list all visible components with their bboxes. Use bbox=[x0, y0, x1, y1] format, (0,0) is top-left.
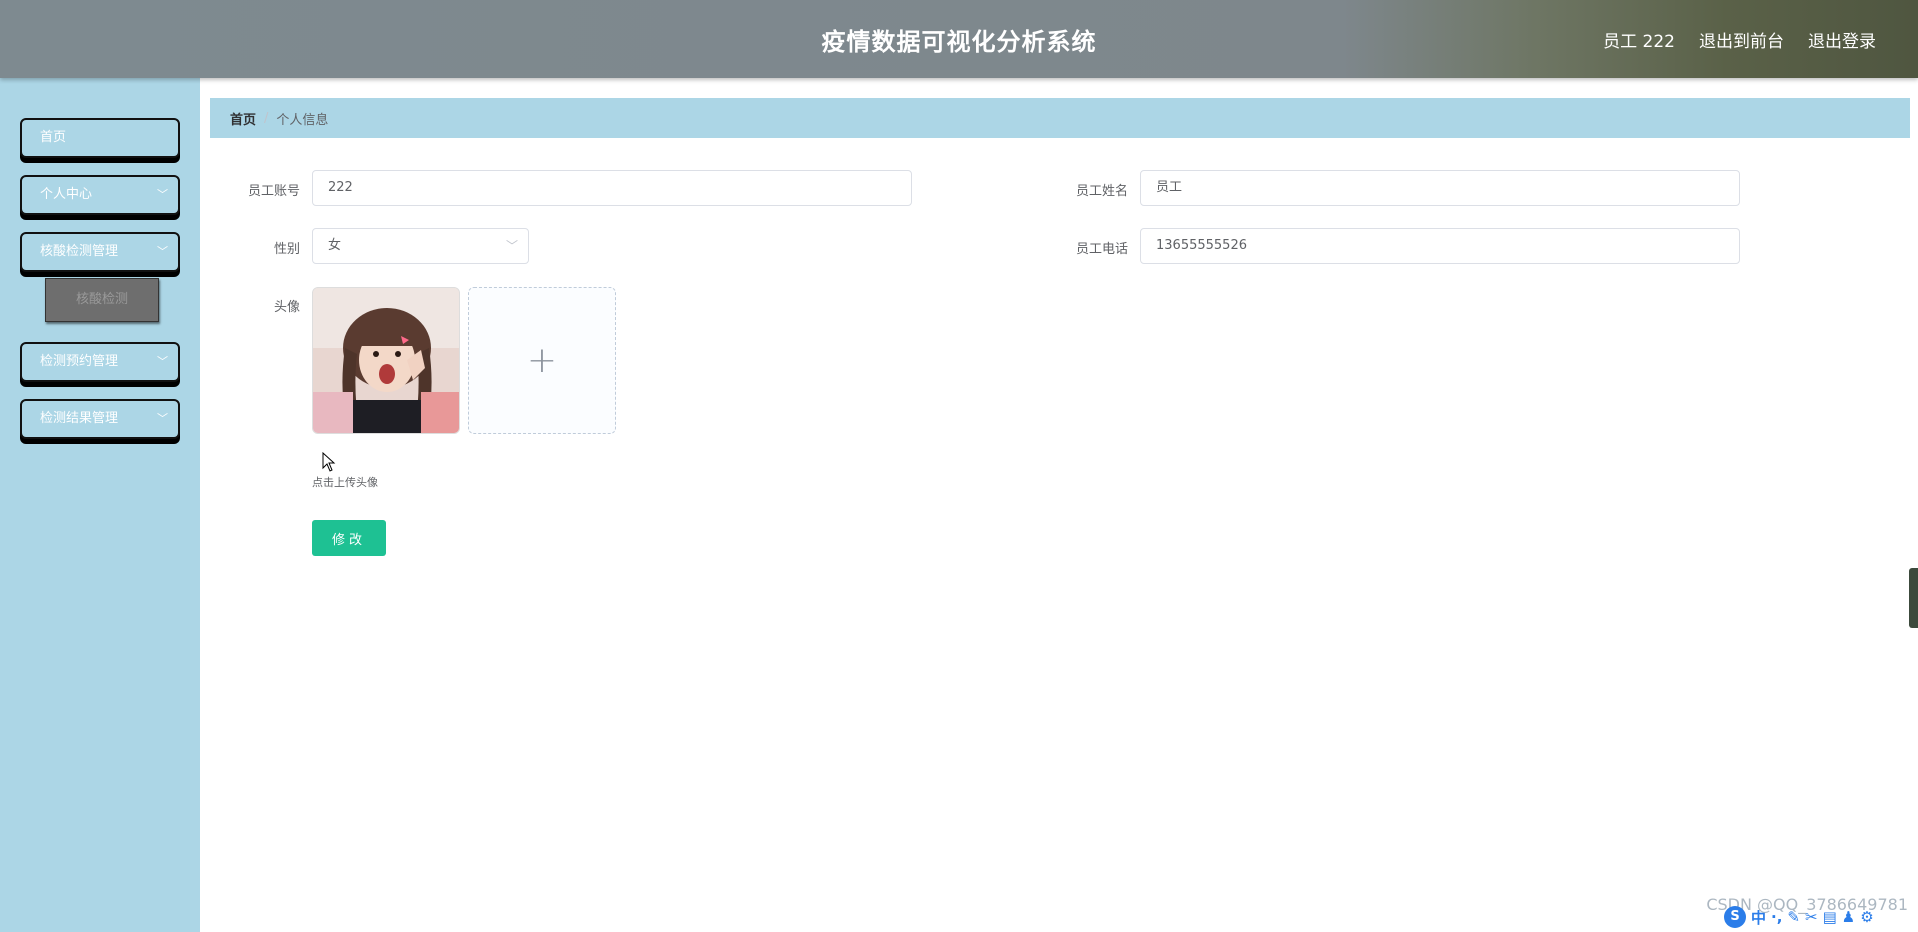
ime-skin-icon[interactable]: ♟ bbox=[1842, 908, 1855, 926]
submit-button[interactable]: 修改 bbox=[312, 520, 386, 556]
avatar-upload-button[interactable]: + bbox=[468, 287, 616, 434]
gender-label: 性别 bbox=[273, 242, 300, 257]
ime-lang-icon[interactable]: 中 bbox=[1751, 907, 1766, 928]
ime-scissors-icon[interactable]: ✂ bbox=[1805, 908, 1818, 926]
ime-settings-icon[interactable]: ⚙ bbox=[1860, 908, 1873, 926]
side-tab-handle[interactable] bbox=[1909, 568, 1918, 628]
breadcrumb-separator: / bbox=[264, 110, 269, 126]
sidebar-item-label: 检测结果管理 bbox=[40, 411, 119, 426]
phone-label: 员工电话 bbox=[1075, 242, 1128, 257]
chevron-down-icon: ﹀ bbox=[157, 245, 168, 258]
upload-tip: 点击上传头像 bbox=[312, 476, 378, 489]
gender-select-value: 女 bbox=[328, 238, 342, 253]
sidebar-item-label: 首页 bbox=[40, 130, 67, 145]
chevron-down-icon: ﹀ bbox=[157, 412, 168, 425]
breadcrumb-home[interactable]: 首页 bbox=[230, 109, 256, 128]
plus-icon: + bbox=[526, 340, 558, 381]
sidebar-item-result-management[interactable]: 检测结果管理 ﹀ bbox=[20, 399, 180, 439]
app-header: 疫情数据可视化分析系统 员工 222 退出到前台 退出登录 bbox=[0, 0, 1918, 78]
sidebar-item-label: 核酸检测管理 bbox=[40, 244, 119, 259]
account-field[interactable]: 222 bbox=[312, 170, 912, 206]
chevron-down-icon: ﹀ bbox=[157, 355, 168, 368]
sidebar-item-label: 个人中心 bbox=[40, 187, 93, 202]
ime-keyboard-icon[interactable]: ▤ bbox=[1823, 908, 1837, 926]
chevron-down-icon: ﹀ bbox=[157, 188, 168, 201]
avatar-photo-icon bbox=[313, 288, 459, 433]
ime-handwrite-icon[interactable]: ✎ bbox=[1787, 908, 1800, 926]
logout-link[interactable]: 退出登录 bbox=[1808, 27, 1876, 52]
account-label: 员工账号 bbox=[247, 184, 300, 199]
sidebar-item-home[interactable]: 首页 bbox=[20, 118, 180, 158]
sidebar-item-appointment-management[interactable]: 检测预约管理 ﹀ bbox=[20, 342, 180, 382]
breadcrumb-current: 个人信息 bbox=[276, 112, 329, 128]
chevron-down-icon: ﹀ bbox=[505, 239, 518, 253]
ime-toolbar: S 中 ·, ✎ ✂ ▤ ♟ ⚙ bbox=[1724, 906, 1874, 928]
ime-logo-icon: S bbox=[1724, 906, 1746, 928]
name-label: 员工姓名 bbox=[1075, 184, 1128, 199]
current-user: 员工 222 bbox=[1603, 32, 1675, 52]
phone-field[interactable]: 13655555526 bbox=[1140, 228, 1740, 264]
avatar-image bbox=[312, 287, 460, 434]
avatar-label: 头像 bbox=[273, 300, 300, 315]
header-actions: 员工 222 退出到前台 退出登录 bbox=[1603, 27, 1876, 52]
mouse-cursor-icon bbox=[322, 452, 336, 472]
submenu-item-nucleic-test[interactable]: 核酸检测 bbox=[45, 278, 159, 322]
sidebar-item-label: 检测预约管理 bbox=[40, 354, 119, 369]
sidebar-item-personal-center[interactable]: 个人中心 ﹀ bbox=[20, 175, 180, 215]
gender-select[interactable]: 女 ﹀ bbox=[312, 228, 529, 264]
sidebar-item-nucleic-test-management[interactable]: 核酸检测管理 ﹀ bbox=[20, 232, 180, 272]
exit-to-front-link[interactable]: 退出到前台 bbox=[1699, 27, 1784, 52]
breadcrumb: 首页 / 个人信息 bbox=[210, 98, 1910, 138]
name-field[interactable]: 员工 bbox=[1140, 170, 1740, 206]
ime-punct-icon[interactable]: ·, bbox=[1771, 908, 1782, 926]
sidebar: 首页 个人中心 ﹀ 核酸检测管理 ﹀ 核酸检测 检测预约管理 ﹀ 检测结果管理 … bbox=[0, 78, 200, 932]
